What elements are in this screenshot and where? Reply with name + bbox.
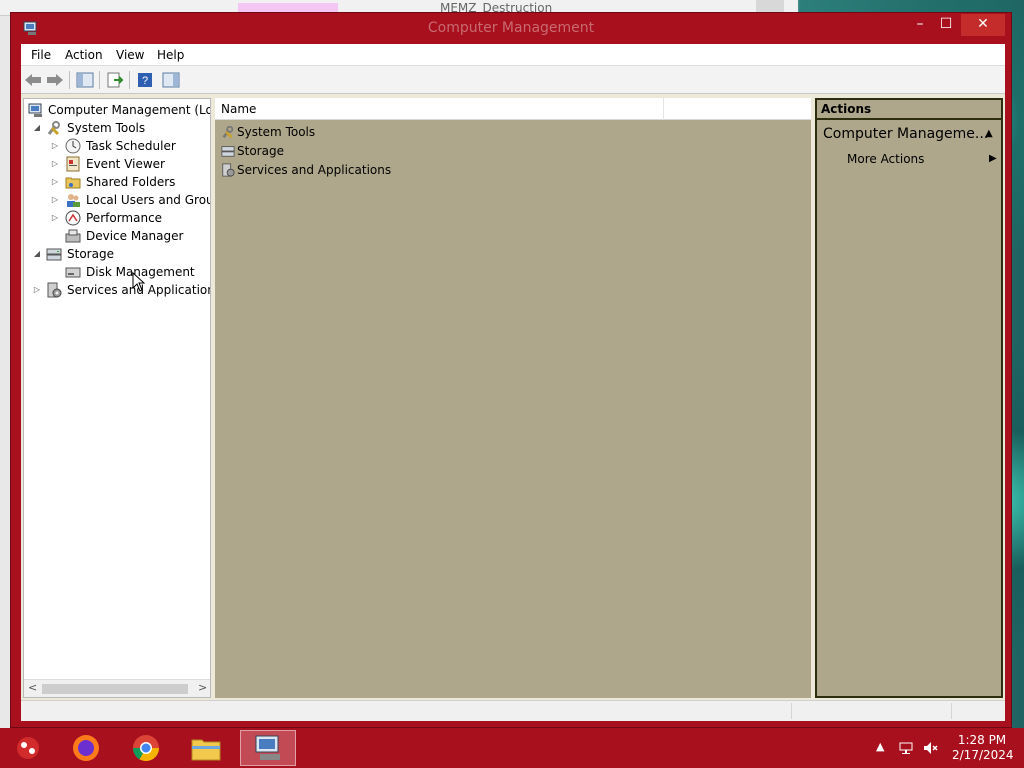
actions-section-computer-management[interactable]: Computer Manageme... <box>823 126 988 142</box>
expand-arrow-icon[interactable]: ▷ <box>50 173 60 191</box>
toolbar-separator <box>69 71 70 89</box>
collapse-arrow-icon[interactable]: ◢ <box>32 119 42 137</box>
tree-item-label: Computer Management (Local <box>48 101 210 119</box>
status-bar <box>21 700 1005 721</box>
actions-header: Actions <box>817 100 1001 120</box>
expand-arrow-icon[interactable]: ▷ <box>50 209 60 227</box>
status-cell <box>791 703 792 719</box>
toolbar-separator <box>129 71 130 89</box>
users-icon <box>67 194 80 207</box>
clock-time: 1:28 PM <box>957 733 1007 747</box>
back-button[interactable] <box>23 70 43 90</box>
maximize-button[interactable]: ☐ <box>933 14 959 36</box>
menu-bar: File Action View Help <box>21 44 1005 66</box>
expand-arrow-icon[interactable]: ▷ <box>50 137 60 155</box>
tree-item-label: System Tools <box>67 121 146 135</box>
show-hide-action-pane-icon <box>162 72 180 88</box>
services-icon <box>47 282 62 298</box>
close-button[interactable]: ✕ <box>961 14 1005 36</box>
show-hide-action-pane-button[interactable] <box>161 70 181 90</box>
expand-arrow-icon[interactable]: ▷ <box>50 155 60 173</box>
tree-item-label: Task Scheduler <box>86 139 176 153</box>
taskbar-computer-management-button[interactable] <box>240 730 296 766</box>
show-hidden-icons-icon[interactable]: ▲ <box>876 740 884 753</box>
collapse-up-icon[interactable]: ▲ <box>985 128 993 139</box>
window-client-area: File Action View Help ? Computer Managem… <box>21 44 1005 721</box>
actions-pane: Actions Computer Manageme... ▲ More Acti… <box>815 98 1003 698</box>
minimize-button[interactable]: – <box>907 14 933 36</box>
collapse-arrow-icon[interactable]: ◢ <box>32 245 42 263</box>
expand-arrow-icon[interactable]: ▷ <box>50 191 60 209</box>
memz-icon <box>17 737 39 759</box>
back-icon <box>25 74 41 86</box>
tree-item-label: Shared Folders <box>86 175 176 189</box>
list-item-label: System Tools <box>237 125 316 139</box>
list-item-label: Storage <box>237 144 284 158</box>
tree-item-label: Event Viewer <box>86 157 165 171</box>
expand-arrow-icon[interactable]: ▷ <box>32 281 42 299</box>
toolbar: ? <box>21 66 1005 94</box>
menu-help[interactable]: Help <box>157 48 184 62</box>
event-viewer-icon <box>66 156 80 172</box>
taskbar-file-explorer-button[interactable] <box>178 730 234 766</box>
console-tree[interactable]: Computer Management (Local ◢ System Tool… <box>23 98 211 698</box>
network-icon[interactable] <box>898 740 914 756</box>
tree-item-label: Device Manager <box>86 229 184 243</box>
tools-icon <box>222 125 234 139</box>
taskbar-chrome-button[interactable] <box>118 730 174 766</box>
export-list-icon <box>107 72 124 88</box>
toolbar-separator <box>99 71 100 89</box>
computer-management-icon <box>28 103 42 117</box>
column-divider[interactable] <box>663 98 664 120</box>
taskbar-firefox-button[interactable] <box>58 730 114 766</box>
window-title: Computer Management <box>427 20 595 36</box>
clock-icon <box>65 138 81 154</box>
show-hide-console-tree-icon <box>76 72 94 88</box>
storage-icon <box>221 146 235 157</box>
help-icon: ? <box>138 73 152 87</box>
more-actions-link[interactable]: More Actions <box>847 152 924 166</box>
file-explorer-icon <box>191 739 221 761</box>
tree-item-label: Storage <box>67 247 114 261</box>
shared-folder-icon <box>65 177 81 189</box>
forward-icon <box>47 74 63 86</box>
export-list-button[interactable] <box>105 70 125 90</box>
status-cell <box>951 703 952 719</box>
menu-file[interactable]: File <box>31 48 51 62</box>
tree-item-label: Performance <box>86 211 163 225</box>
scrollbar-thumb[interactable] <box>42 684 188 694</box>
svg-text:?: ? <box>142 75 148 87</box>
forward-button[interactable] <box>45 70 65 90</box>
services-icon <box>222 163 235 177</box>
menu-view[interactable]: View <box>116 48 144 62</box>
submenu-arrow-icon: ▶ <box>989 153 997 164</box>
computer-management-icon <box>255 735 280 760</box>
column-name-header[interactable]: Name <box>221 102 256 116</box>
show-hide-console-tree-button[interactable] <box>75 70 95 90</box>
title-bar[interactable]: Computer Management – ☐ ✕ <box>11 13 1011 43</box>
scroll-left-icon[interactable]: < <box>28 681 37 694</box>
list-item-label: Services and Applications <box>237 163 392 177</box>
taskbar: ▲ 1:28 PM 2/17/2024 <box>0 728 1024 768</box>
tree-item-label: Local Users and Groups <box>86 193 210 207</box>
chrome-icon <box>132 735 160 762</box>
taskbar-memz-button[interactable] <box>0 730 56 766</box>
tree-horizontal-scrollbar[interactable]: < > <box>24 679 210 697</box>
disk-icon <box>65 267 81 278</box>
firefox-icon <box>73 735 99 761</box>
storage-icon <box>46 248 62 261</box>
scroll-right-icon[interactable]: > <box>198 681 207 694</box>
help-button[interactable]: ? <box>135 70 155 90</box>
list-column-header: Name <box>215 98 811 120</box>
clock-date: 2/17/2024 <box>952 748 1014 762</box>
taskbar-clock[interactable]: 1:28 PM 2/17/2024 <box>952 733 1014 763</box>
volume-muted-icon[interactable] <box>922 740 938 756</box>
menu-action[interactable]: Action <box>65 48 103 62</box>
computer-management-window: Computer Management – ☐ ✕ File Action Vi… <box>10 12 1012 728</box>
results-pane[interactable]: Name System Tools Storage Services and A… <box>215 98 811 698</box>
performance-icon <box>65 210 81 226</box>
mouse-cursor-icon <box>132 272 146 292</box>
tools-icon <box>47 121 60 136</box>
device-manager-icon <box>65 229 81 243</box>
